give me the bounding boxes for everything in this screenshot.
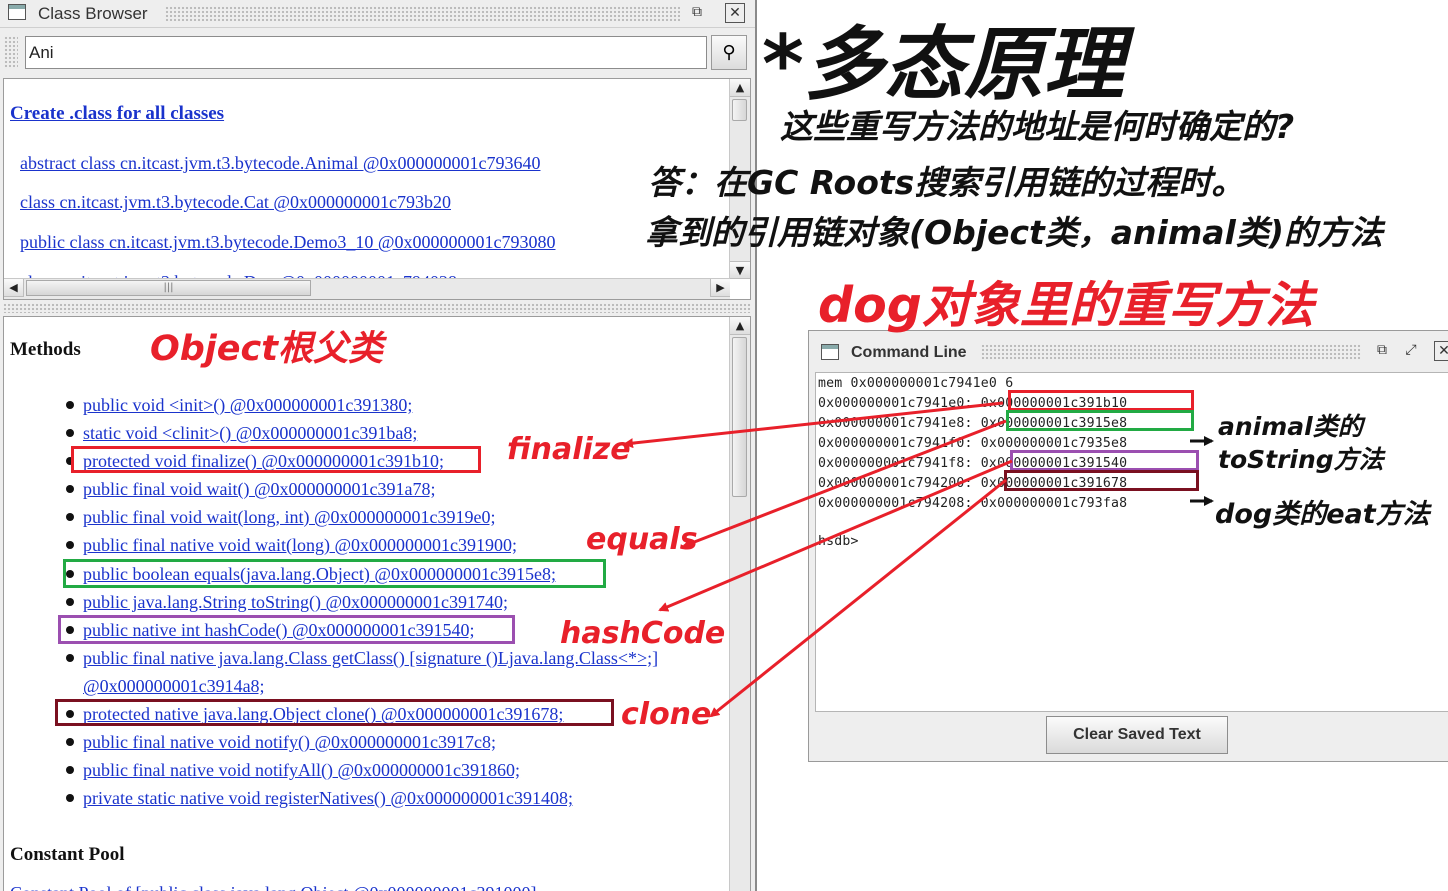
terminal-line: 0x000000001c7941f0: 0x000000001c7935e8 xyxy=(818,436,1128,451)
method-item-continuation[interactable]: @0x000000001c3914a8; xyxy=(83,676,265,697)
highlight-cmd-clone xyxy=(1004,470,1199,491)
label-animal-tostring-1: animal类的 xyxy=(1218,412,1363,441)
method-item[interactable]: static void <clinit>() @0x000000001c391b… xyxy=(66,423,417,444)
method-item[interactable]: public final native java.lang.Class getC… xyxy=(66,648,658,669)
window-icon xyxy=(8,4,26,20)
class-browser-window: Class Browser ⧉ ✕ Ani ⚲ Create .class fo… xyxy=(0,0,757,891)
highlight-hashcode xyxy=(58,615,515,644)
window-title: Command Line xyxy=(851,344,967,361)
label-dog-eat: dog类的eat方法 xyxy=(1215,499,1430,530)
method-item[interactable]: public java.lang.String toString() @0x00… xyxy=(66,592,508,613)
slide-title: *多态原理 xyxy=(762,18,1124,111)
title-drag-grip[interactable] xyxy=(165,6,680,21)
label-clone: clone xyxy=(621,697,712,732)
split-pane-divider[interactable] xyxy=(3,303,751,313)
highlight-equals xyxy=(63,559,606,588)
command-line-titlebar: Command Line ⧉ ⤢ ✕ xyxy=(809,331,1448,371)
highlight-finalize xyxy=(71,446,481,473)
class-list-hscroll[interactable]: ◀ ||| ▶ xyxy=(4,278,730,299)
method-item[interactable]: public final void wait() @0x000000001c39… xyxy=(66,479,436,500)
hscroll-thumb[interactable]: ||| xyxy=(26,280,311,296)
scroll-up-icon[interactable]: ▲ xyxy=(730,79,750,97)
highlight-cmd-hashcode xyxy=(1010,450,1199,471)
slide-answer-line2: 拿到的引用链对象(Object类，animal类)的方法 xyxy=(645,213,1383,252)
binoculars-icon[interactable]: ⚲ xyxy=(711,35,747,70)
object-root-label: Object根父类 xyxy=(150,329,384,369)
class-browser-titlebar: Class Browser ⧉ ✕ xyxy=(0,0,755,28)
create-class-link[interactable]: Create .class for all classes xyxy=(10,103,224,125)
class-link-animal[interactable]: abstract class cn.itcast.jvm.t3.bytecode… xyxy=(20,153,540,174)
method-item[interactable]: private static native void registerNativ… xyxy=(66,788,573,809)
highlight-clone xyxy=(55,699,614,726)
title-drag-grip[interactable] xyxy=(981,344,1361,360)
toolbar-grip[interactable] xyxy=(4,36,18,69)
window-icon xyxy=(821,344,839,360)
method-item[interactable]: public final native void notify() @0x000… xyxy=(66,732,496,753)
scroll-down-icon[interactable]: ▼ xyxy=(730,261,750,279)
minimize-icon[interactable]: ⧉ xyxy=(1372,341,1392,361)
label-equals: equals xyxy=(586,522,698,557)
close-icon[interactable]: ✕ xyxy=(1434,341,1448,361)
scroll-thumb[interactable] xyxy=(732,337,747,497)
class-link-demo[interactable]: public class cn.itcast.jvm.t3.bytecode.D… xyxy=(20,232,555,253)
window-title: Class Browser xyxy=(38,4,148,23)
method-item[interactable]: public final native void notifyAll() @0x… xyxy=(66,760,520,781)
methods-heading: Methods xyxy=(10,339,81,360)
methods-vscroll[interactable]: ▲ xyxy=(729,317,750,891)
search-input[interactable]: Ani xyxy=(25,36,707,69)
scroll-left-icon[interactable]: ◀ xyxy=(4,279,24,297)
method-item[interactable]: public final void wait(long, int) @0x000… xyxy=(66,507,496,528)
restore-icon[interactable]: ⧉ xyxy=(687,3,707,23)
method-item[interactable]: public final native void wait(long) @0x0… xyxy=(66,535,517,556)
clear-saved-text-button[interactable]: Clear Saved Text xyxy=(1046,716,1228,754)
highlight-cmd-finalize xyxy=(1008,390,1194,411)
label-animal-tostring-2: toString方法 xyxy=(1218,445,1384,474)
dog-methods-heading: dog对象里的重写方法 xyxy=(818,277,1314,334)
slide-question: 这些重写方法的地址是何时确定的? xyxy=(780,107,1295,146)
label-hashcode: hashCode xyxy=(560,616,726,651)
terminal-line: 0x000000001c794208: 0x000000001c793fa8 xyxy=(818,496,1128,511)
scroll-right-icon[interactable]: ▶ xyxy=(710,279,730,297)
constant-pool-heading: Constant Pool xyxy=(10,844,125,865)
class-list-pane: Create .class for all classes abstract c… xyxy=(3,78,751,300)
method-item[interactable]: public void <init>() @0x000000001c391380… xyxy=(66,395,412,416)
scroll-up-icon[interactable]: ▲ xyxy=(730,317,750,335)
slide-answer-line1: 答：在GC Roots搜索引用链的过程时。 xyxy=(648,163,1245,202)
highlight-cmd-equals xyxy=(1006,410,1194,431)
methods-pane: Methods public void <init>() @0x00000000… xyxy=(3,316,751,891)
terminal-line: mem 0x000000001c7941e0 6 xyxy=(818,376,1014,391)
terminal-prompt: hsdb> xyxy=(818,534,859,549)
class-link-cat[interactable]: class cn.itcast.jvm.t3.bytecode.Cat @0x0… xyxy=(20,192,451,213)
label-finalize: finalize xyxy=(507,432,631,467)
maximize-icon[interactable]: ⤢ xyxy=(1401,341,1421,361)
constant-pool-link[interactable]: Constant Pool of [public class java.lang… xyxy=(10,883,537,891)
close-icon[interactable]: ✕ xyxy=(725,3,745,23)
scroll-thumb[interactable] xyxy=(732,99,747,121)
